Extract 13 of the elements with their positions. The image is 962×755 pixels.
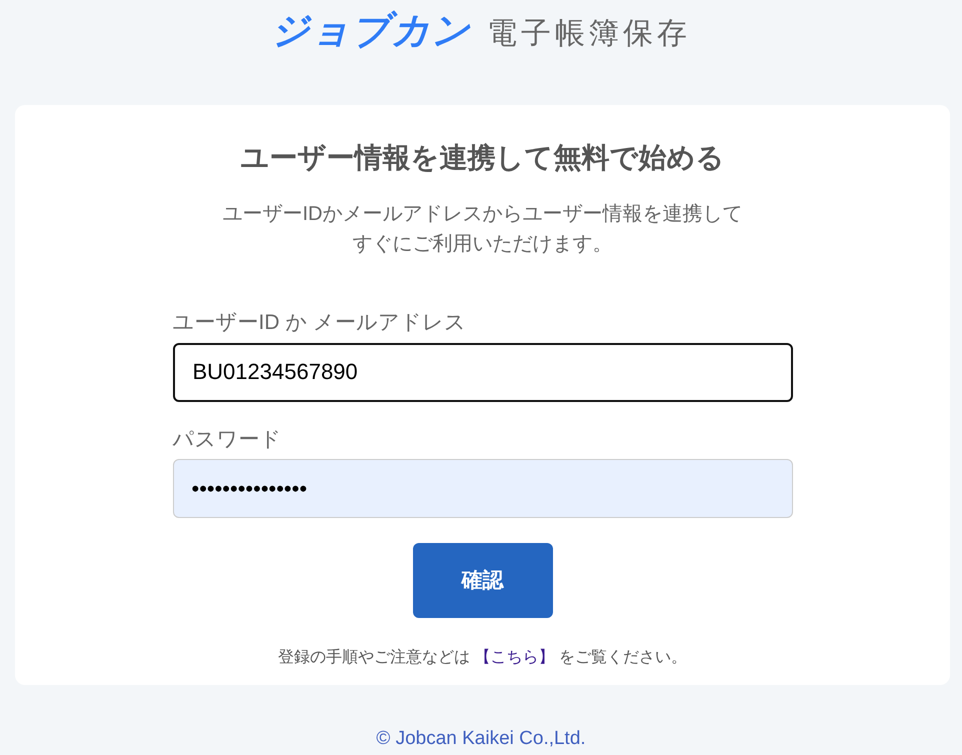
description-line: ユーザーIDかメールアドレスからユーザー情報を連携して [222,202,742,227]
logo-product: 電子帳簿保存 [487,16,691,52]
field-label: パスワード [172,426,282,452]
copyright-text: © Jobcan Kaikei Co.,Ltd. [376,728,586,749]
field-label: ユーザーID か メールアドレス [172,310,468,336]
note-text: 登録の手順やご注意などは 【こちら】 をご覧ください。 [278,648,687,668]
confirm-button[interactable]: 確認 [412,543,552,618]
logo-brand: ジョブカン [271,9,471,54]
input-field[interactable]: ••••••••••••••• [172,459,792,518]
form-title: ユーザー情報を連携して無料で始める [240,141,724,175]
input-field[interactable]: BU01234567890 [172,342,792,402]
help-link[interactable]: 【こちら】 [474,649,554,666]
description-line: すぐにご利用いただけます。 [352,232,614,257]
